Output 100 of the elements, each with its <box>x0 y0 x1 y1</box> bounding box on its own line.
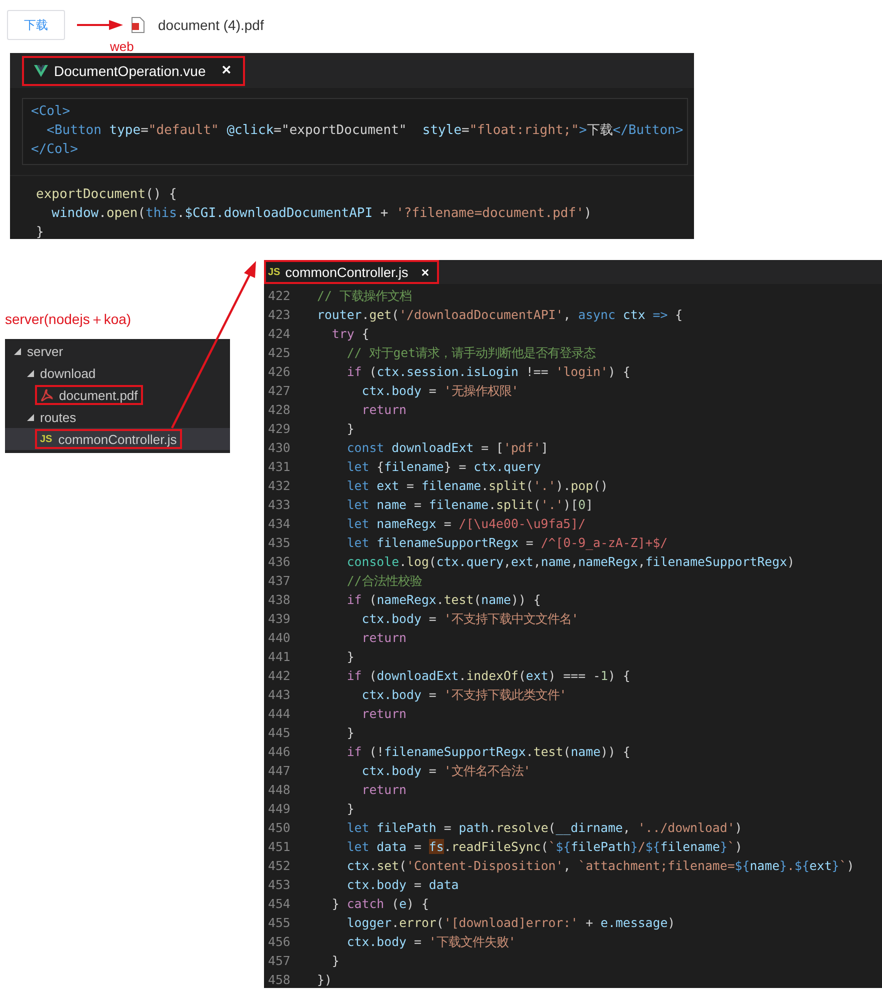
line-number: 428 <box>267 401 292 419</box>
editor-tab[interactable]: DocumentOperation.vue × <box>22 56 246 86</box>
code-line: if (nameRegx.test(name)) { <box>346 591 541 609</box>
js-file-icon: JS <box>40 434 52 444</box>
line-number: 435 <box>267 534 292 552</box>
editor-tab[interactable]: JS commonController.js × <box>264 260 440 284</box>
code-line: logger.error('[download]error:' + e.message) <box>346 914 676 932</box>
line-number: 445 <box>267 724 292 742</box>
code-line: router.get('/downloadDocumentAPI', async ctx => { <box>317 306 683 324</box>
line-number: 433 <box>267 496 292 514</box>
annotation-label: server(nodejs＋koa) <box>5 311 132 329</box>
tab-title: commonController.js <box>285 264 408 280</box>
code-line: if (ctx.session.isLogin !== 'login') { <box>346 363 630 381</box>
line-number: 443 <box>267 686 292 704</box>
code-line: let filePath = path.resolve(__dirname, '../download') <box>346 819 742 837</box>
code-line: let nameRegx = /[\u4e00-\u9fa5]/ <box>346 515 586 533</box>
expand-triangle-icon[interactable] <box>14 348 21 354</box>
line-number: 427 <box>267 382 292 400</box>
code-line: ctx.body = '文件名不合法' <box>360 762 531 780</box>
line-number: 453 <box>267 876 292 894</box>
code-line: ctx.body = '下载文件失败' <box>346 933 516 951</box>
line-number: 449 <box>267 800 292 818</box>
tree-item-label: document.pdf <box>59 388 138 402</box>
line-number: 423 <box>267 306 292 324</box>
line-number: 446 <box>267 743 292 761</box>
line-number: 448 <box>267 781 292 799</box>
line-number: 438 <box>267 591 292 609</box>
line-number: 444 <box>267 705 292 723</box>
code-line: try { <box>330 325 370 343</box>
line-number: 432 <box>267 477 292 495</box>
code-line: const downloadExt = ['pdf'] <box>346 439 548 457</box>
code-line: } catch (e) { <box>330 895 429 913</box>
line-number: 430 <box>267 439 292 457</box>
code-line: return <box>360 705 407 723</box>
line-number: 441 <box>267 648 292 666</box>
expand-triangle-icon[interactable] <box>27 414 34 420</box>
code-line: return <box>360 401 407 419</box>
code-line: //合法性校验 <box>346 572 422 590</box>
code-line: let name = filename.split('.')[0] <box>346 496 594 514</box>
line-number: 434 <box>267 515 292 533</box>
code-line: ctx.set('Content-Disposition', `attachment;filename=${name}.${ext}`) <box>346 857 854 875</box>
tree-item[interactable]: JS commonController.js <box>5 428 230 450</box>
tree-item-label: commonController.js <box>58 432 177 446</box>
line-number: 450 <box>267 819 292 837</box>
file-name: document (4).pdf <box>158 17 264 33</box>
line-number: 431 <box>267 458 292 476</box>
tree-item[interactable]: document.pdf <box>5 384 230 406</box>
code-line: <Col> <box>31 103 72 121</box>
js-file-icon: JS <box>268 266 280 278</box>
line-number: 442 <box>267 667 292 685</box>
line-number: 437 <box>267 572 292 590</box>
code-line: if (!filenameSupportRegx.test(name)) { <box>346 743 630 761</box>
code-line: } <box>36 224 45 239</box>
code-line: // 下载操作文档 <box>317 287 412 305</box>
vue-logo-icon <box>34 65 48 77</box>
line-number: 440 <box>267 629 292 647</box>
code-line: // 对于get请求，请手动判断他是否有登录态 <box>346 344 596 362</box>
code-line: let ext = filename.split('.').pop() <box>346 477 608 495</box>
line-number: 439 <box>267 610 292 628</box>
tab-title: DocumentOperation.vue <box>54 63 206 79</box>
code-line: } <box>346 800 354 818</box>
expand-triangle-icon[interactable] <box>27 370 34 376</box>
code-line: } <box>330 952 340 970</box>
line-number: 456 <box>267 933 292 951</box>
code-line: return <box>360 781 407 799</box>
code-line: ctx.body = '不支持下载此类文件' <box>360 686 567 704</box>
code-line: </Col> <box>31 141 79 159</box>
tree-item-label: download <box>40 366 96 380</box>
line-number: 425 <box>267 344 292 362</box>
code-line: } <box>346 648 354 666</box>
close-tab-button[interactable]: × <box>421 264 430 280</box>
tree-item[interactable]: download <box>5 362 230 384</box>
code-line: console.log(ctx.query,ext,name,nameRegx,filenameSupportRegx) <box>346 553 795 571</box>
line-number: 424 <box>267 325 292 343</box>
tree-item[interactable]: server <box>5 340 230 362</box>
code-line: let filenameSupportRegx = /^[0-9_a-zA-Z]+$/ <box>346 534 668 552</box>
line-number: 429 <box>267 420 292 438</box>
line-number: 457 <box>267 952 292 970</box>
line-number: 451 <box>267 838 292 856</box>
tree-item-label: routes <box>40 410 76 424</box>
code-line: } <box>346 420 354 438</box>
code-line: ctx.body = '无操作权限' <box>360 382 519 400</box>
line-number: 436 <box>267 553 292 571</box>
code-line: ctx.body = '不支持下载中文文件名' <box>360 610 579 628</box>
line-number: 454 <box>267 895 292 913</box>
line-number: 452 <box>267 857 292 875</box>
line-number: 455 <box>267 914 292 932</box>
line-number: 458 <box>267 971 292 988</box>
code-line: let data = fs.readFileSync(`${filePath}/${filename}`) <box>346 838 742 856</box>
code-line: let {filename} = ctx.query <box>346 458 541 476</box>
code-line: } <box>346 724 354 742</box>
pdf-file-icon <box>40 388 53 402</box>
tree-item-label: server <box>27 344 64 358</box>
close-tab-button[interactable]: × <box>222 62 232 80</box>
tree-item[interactable]: routes <box>5 406 230 428</box>
line-number: 422 <box>267 287 292 305</box>
code-line: return <box>360 629 407 647</box>
code-line: window.open(this.$CGI.downloadDocumentAPI + '?filename=document.pdf') <box>50 205 593 223</box>
code-line: ctx.body = data <box>346 876 459 894</box>
line-number: 426 <box>267 363 292 381</box>
